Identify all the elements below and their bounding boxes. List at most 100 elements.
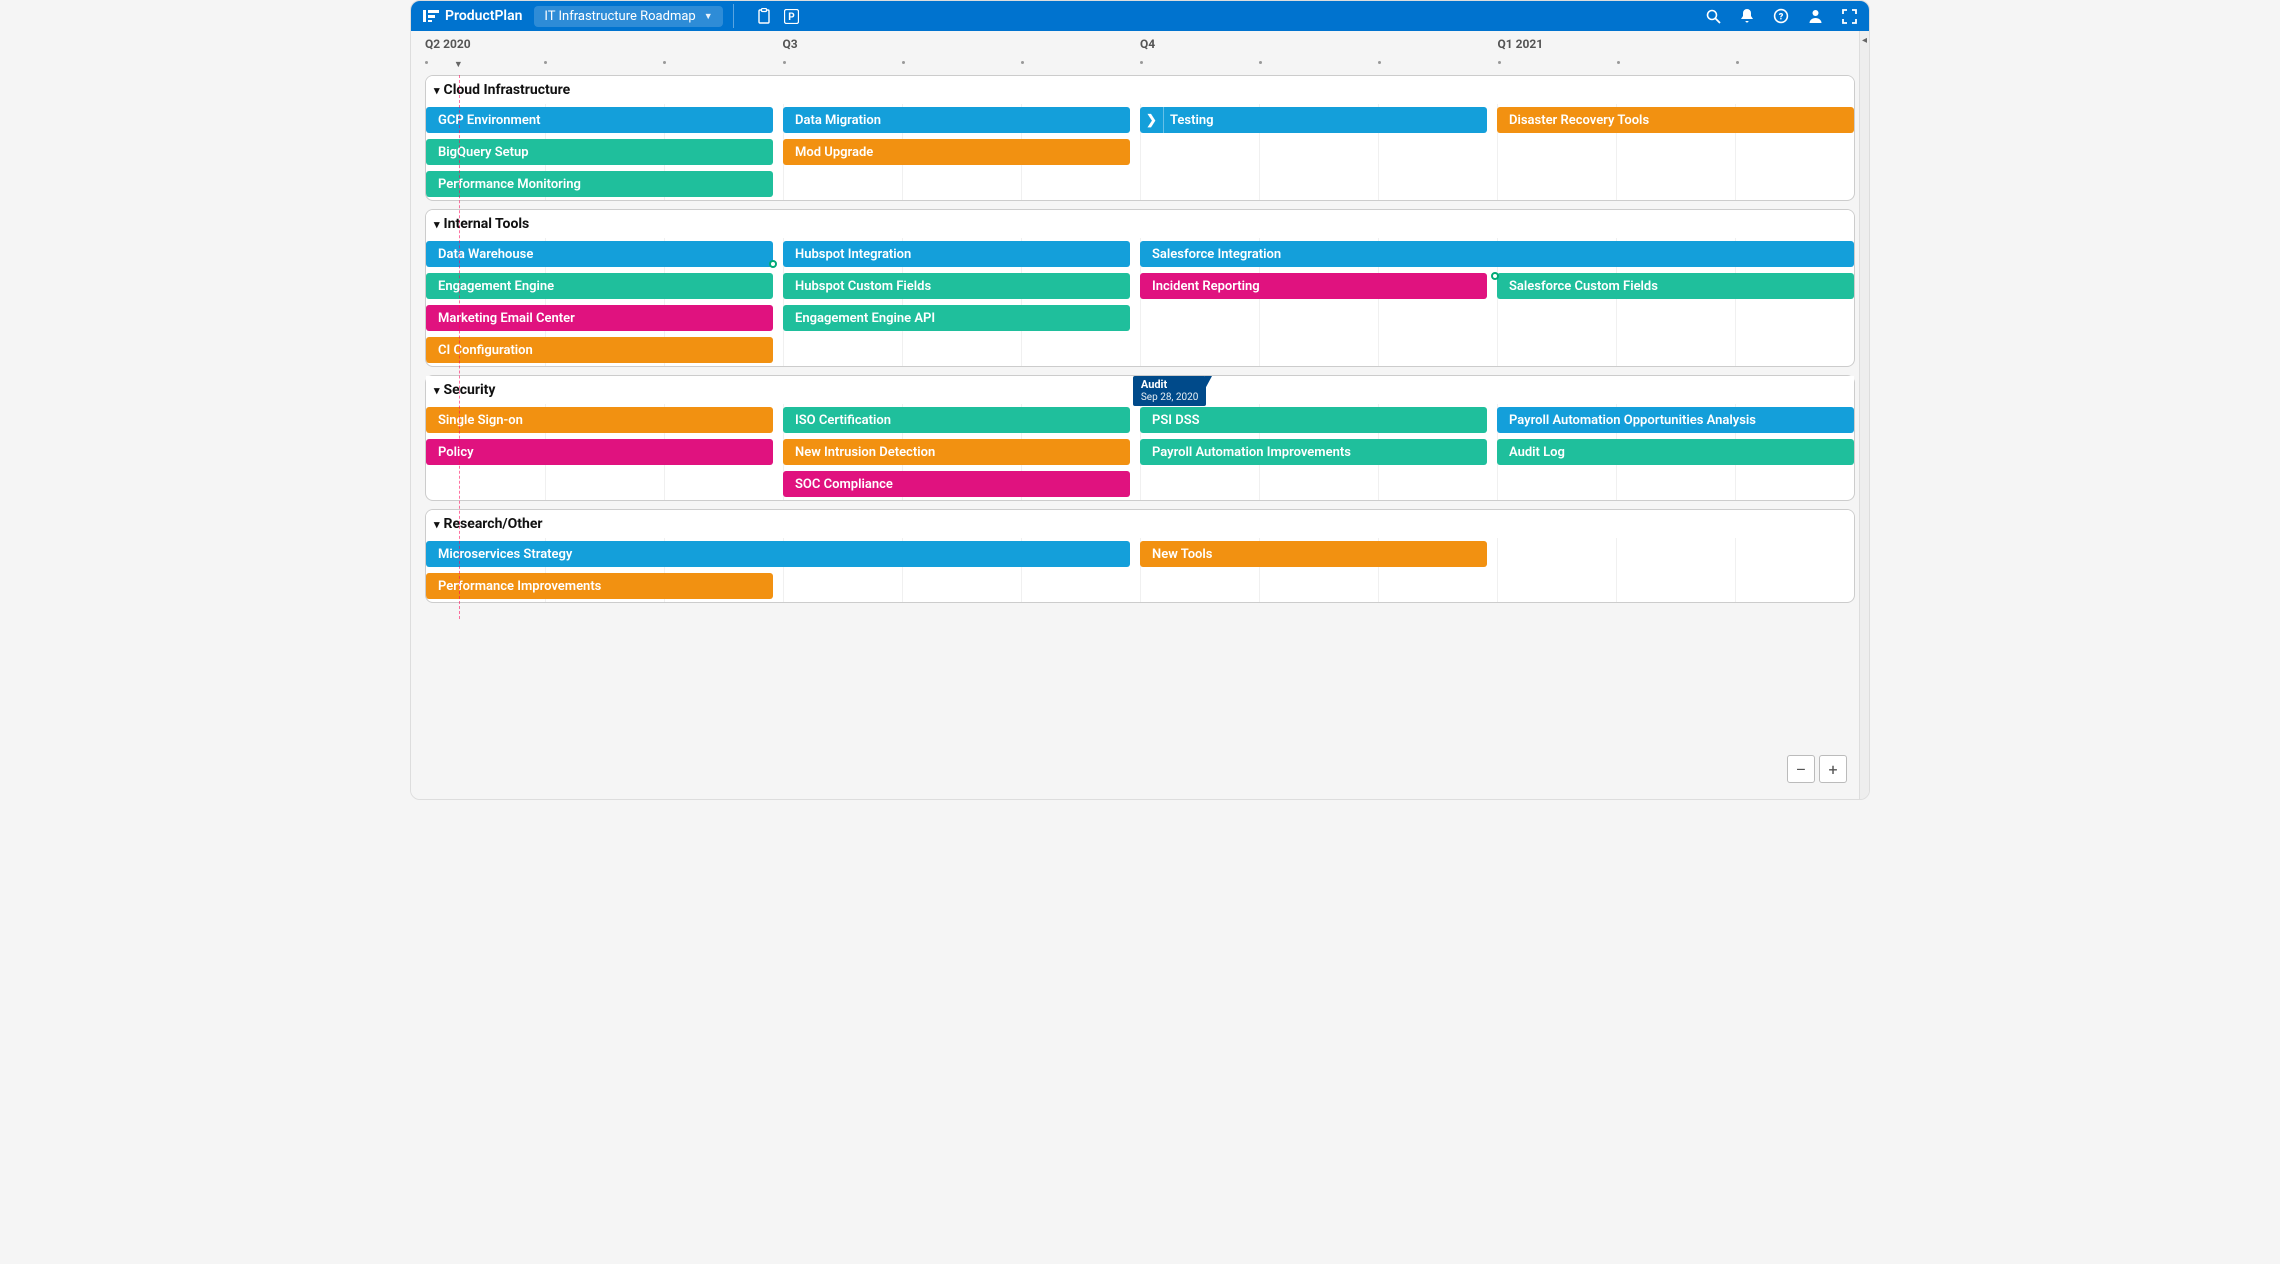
- bar-label: Incident Reporting: [1152, 279, 1260, 294]
- user-icon[interactable]: [1807, 8, 1823, 24]
- lane-header[interactable]: ▾ Research/Other: [426, 510, 1854, 538]
- fullscreen-icon[interactable]: [1841, 8, 1857, 24]
- bar-label: Salesforce Custom Fields: [1509, 279, 1658, 294]
- bar-label: BigQuery Setup: [438, 145, 529, 160]
- lane-body: Data Warehouse Hubspot Integration Salesfo…: [426, 238, 1854, 366]
- roadmap-bar[interactable]: SOC Compliance: [783, 471, 1130, 497]
- roadmap-bar[interactable]: Microservices Strategy: [426, 541, 1130, 567]
- roadmap-name: IT Infrastructure Roadmap: [544, 9, 695, 24]
- bar-label: Microservices Strategy: [438, 547, 572, 562]
- roadmap-bar[interactable]: PSI DSS: [1140, 407, 1487, 433]
- roadmap-bar[interactable]: GCP Environment: [426, 107, 773, 133]
- roadmap-bar[interactable]: CI Configuration: [426, 337, 773, 363]
- timeline-label: Q4: [1140, 37, 1155, 51]
- bar-label: PSI DSS: [1152, 413, 1200, 428]
- bar-label: Hubspot Custom Fields: [795, 279, 931, 294]
- divider: [733, 4, 734, 28]
- roadmap-bar[interactable]: Hubspot Custom Fields: [783, 273, 1130, 299]
- roadmap-bar[interactable]: BigQuery Setup: [426, 139, 773, 165]
- lane-body: GCP Environment Data Migration ❯Testing Dis…: [426, 104, 1854, 200]
- lane-title: Cloud Infrastructure: [444, 82, 571, 98]
- chevron-down-icon: ▾: [434, 218, 440, 231]
- lane: ▾ Research/Other Microservices Strategy New…: [425, 509, 1855, 603]
- timeline-label: Q2 2020: [425, 37, 471, 51]
- roadmap-bar[interactable]: New Intrusion Detection: [783, 439, 1130, 465]
- roadmap-bar[interactable]: New Tools: [1140, 541, 1487, 567]
- lane-title: Security: [444, 382, 496, 398]
- zoom-controls: – +: [1787, 755, 1847, 783]
- bar-label: Engagement Engine API: [795, 311, 935, 326]
- bar-label: Mod Upgrade: [795, 145, 873, 160]
- bar-label: Salesforce Integration: [1152, 247, 1281, 262]
- roadmap-bar[interactable]: Payroll Automation Improvements: [1140, 439, 1487, 465]
- brand-name: ProductPlan: [445, 8, 522, 24]
- bar-label: New Tools: [1152, 547, 1212, 562]
- roadmap-bar[interactable]: Salesforce Custom Fields: [1497, 273, 1854, 299]
- roadmap-bar[interactable]: Engagement Engine: [426, 273, 773, 299]
- zoom-out-button[interactable]: –: [1787, 755, 1815, 783]
- milestone-date: Sep 28, 2020: [1141, 392, 1199, 404]
- roadmap-bar[interactable]: Engagement Engine API: [783, 305, 1130, 331]
- dependency-connector-icon[interactable]: [1491, 272, 1499, 280]
- roadmap-bar[interactable]: Audit Log: [1497, 439, 1854, 465]
- timeline-label: Q3: [783, 37, 798, 51]
- roadmap-bar[interactable]: ❯Testing: [1140, 107, 1487, 133]
- timeline-ticks: [425, 61, 1855, 71]
- parking-lot-icon[interactable]: P: [784, 8, 800, 24]
- dependency-connector-icon[interactable]: [769, 260, 777, 268]
- clipboard-icon[interactable]: [756, 8, 772, 24]
- roadmap-bar[interactable]: Performance Improvements: [426, 573, 773, 599]
- svg-text:P: P: [788, 12, 795, 23]
- roadmap-bar[interactable]: Salesforce Integration: [1140, 241, 1854, 267]
- bar-label: Policy: [438, 445, 474, 460]
- roadmap-selector[interactable]: IT Infrastructure Roadmap ▼: [534, 6, 722, 27]
- bar-label: Marketing Email Center: [438, 311, 575, 326]
- roadmap-bar[interactable]: Disaster Recovery Tools: [1497, 107, 1854, 133]
- roadmap-canvas[interactable]: Q2 2020Q3Q4Q1 2021 ▼ ▾Cloud Infrastructu…: [411, 31, 1869, 799]
- bar-label: CI Configuration: [438, 343, 533, 358]
- milestone-title: Audit: [1141, 379, 1199, 392]
- lane-header[interactable]: ▾ Cloud Infrastructure: [426, 76, 1854, 104]
- bar-label: SOC Compliance: [795, 477, 893, 492]
- expand-chevron-icon[interactable]: ❯: [1140, 107, 1164, 133]
- roadmap-bar[interactable]: ISO Certification: [783, 407, 1130, 433]
- bar-label: GCP Environment: [438, 113, 540, 128]
- timeline-label: Q1 2021: [1498, 37, 1544, 51]
- help-icon[interactable]: ?: [1773, 8, 1789, 24]
- bar-label: Payroll Automation Opportunities Analysi…: [1509, 413, 1756, 428]
- roadmap-bar[interactable]: Single Sign-on: [426, 407, 773, 433]
- lane: ▾ Security Single Sign-on ISO Certification…: [425, 375, 1855, 501]
- right-drawer-toggle[interactable]: ◂: [1859, 31, 1869, 799]
- roadmap-bar[interactable]: Mod Upgrade: [783, 139, 1130, 165]
- bar-label: Single Sign-on: [438, 413, 523, 428]
- roadmap-bar[interactable]: Payroll Automation Opportunities Analysi…: [1497, 407, 1854, 433]
- bar-label: Payroll Automation Improvements: [1152, 445, 1351, 460]
- bar-label: Audit Log: [1509, 445, 1565, 460]
- roadmap-bar[interactable]: Policy: [426, 439, 773, 465]
- lane: ▾ Cloud Infrastructure GCP Environment Data…: [425, 75, 1855, 201]
- chevron-down-icon: ▾: [434, 518, 440, 531]
- chevron-down-icon: ▾: [434, 384, 440, 397]
- bar-label: Data Warehouse: [438, 247, 533, 262]
- milestone-tag[interactable]: AuditSep 28, 2020: [1133, 376, 1207, 406]
- brand-logo[interactable]: ProductPlan: [417, 8, 528, 24]
- roadmap-bar[interactable]: Marketing Email Center: [426, 305, 773, 331]
- zoom-in-button[interactable]: +: [1819, 755, 1847, 783]
- roadmap-bar[interactable]: Hubspot Integration: [783, 241, 1130, 267]
- search-icon[interactable]: [1705, 8, 1721, 24]
- bell-icon[interactable]: [1739, 8, 1755, 24]
- roadmap-bar[interactable]: Incident Reporting: [1140, 273, 1487, 299]
- app-window: ProductPlan IT Infrastructure Roadmap ▼ …: [410, 0, 1870, 800]
- bar-label: Performance Improvements: [438, 579, 601, 594]
- chevron-down-icon: ▾: [434, 84, 440, 97]
- roadmap-bar[interactable]: Data Migration: [783, 107, 1130, 133]
- lane-body: Single Sign-on ISO Certification PSI DSS Pa…: [426, 404, 1854, 500]
- roadmap-bar[interactable]: Performance Monitoring: [426, 171, 773, 197]
- roadmap-bar[interactable]: Data Warehouse: [426, 241, 773, 267]
- lane-title: Research/Other: [444, 516, 543, 532]
- productplan-logo-icon: [423, 10, 439, 22]
- svg-text:?: ?: [1779, 13, 1784, 23]
- bar-label: Hubspot Integration: [795, 247, 911, 262]
- bar-label: Engagement Engine: [438, 279, 554, 294]
- lane-header[interactable]: ▾Internal Tools: [426, 210, 1854, 238]
